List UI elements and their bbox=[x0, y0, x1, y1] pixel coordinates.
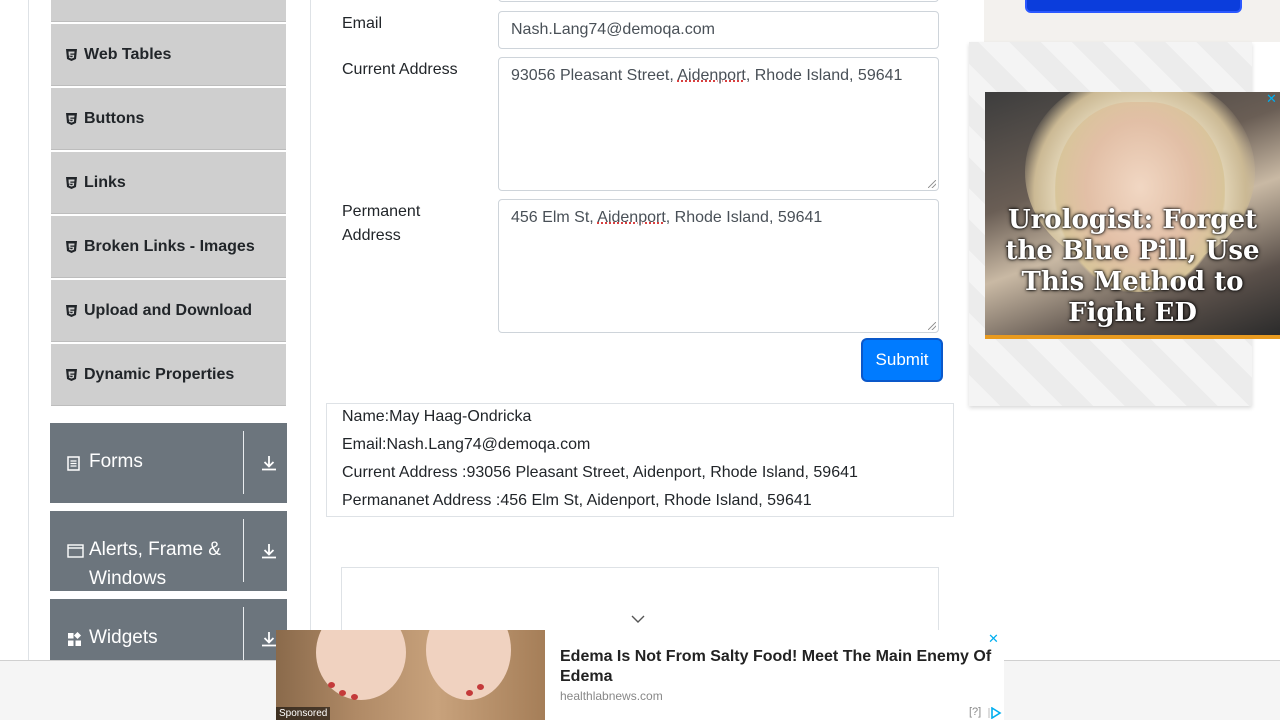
group-label: Widgets bbox=[89, 627, 158, 648]
output-box: Name:May Haag-Ondricka Email:Nash.Lang74… bbox=[326, 403, 954, 517]
ad-photo-foot bbox=[316, 630, 406, 700]
misspelled-word: Aidenport bbox=[677, 67, 746, 84]
top-ad-button[interactable] bbox=[1025, 0, 1242, 13]
email-field[interactable]: Nash.Lang74@demoqa.com bbox=[498, 11, 939, 49]
page: { "sidebar": { "items": [ {"label": "Web… bbox=[0, 0, 1280, 720]
group-label-line1: Alerts, Frame & bbox=[89, 539, 221, 560]
ad-photo-toe bbox=[351, 694, 358, 700]
bottom-ad[interactable]: Sponsored Edema Is Not From Salty Food! … bbox=[276, 630, 1004, 720]
group-label: Forms bbox=[89, 451, 143, 472]
sidebar-item-label: Dynamic Properties bbox=[84, 365, 235, 383]
sidebar-group-forms[interactable]: Forms bbox=[50, 423, 287, 503]
address-text: 93056 Pleasant Street, bbox=[511, 67, 678, 84]
bottom-ad-title[interactable]: Edema Is Not From Salty Food! Meet The M… bbox=[560, 647, 996, 687]
output-current-address: Current Address :93056 Pleasant Street, … bbox=[342, 464, 858, 481]
ad-photo-toe bbox=[339, 690, 346, 696]
group-divider bbox=[243, 431, 244, 494]
close-icon[interactable]: ✕ bbox=[1266, 92, 1280, 106]
sidebar-item-label: Links bbox=[84, 173, 126, 191]
bottom-ad-source[interactable]: healthlabnews.com bbox=[560, 689, 663, 703]
window-icon bbox=[67, 542, 84, 558]
sidebar-item-label: Broken Links - Images bbox=[84, 237, 255, 255]
download-icon[interactable] bbox=[260, 542, 280, 562]
address-text: 456 Elm St, bbox=[511, 209, 598, 226]
output-email: Email:Nash.Lang74@demoqa.com bbox=[342, 436, 591, 453]
sidebar-border bbox=[28, 0, 29, 660]
permanent-address-field[interactable]: 456 Elm St, Aidenport, Rhode Island, 596… bbox=[498, 199, 939, 333]
right-ad-headline[interactable]: Urologist: Forget the Blue Pill, Use Thi… bbox=[985, 205, 1280, 329]
sidebar-item-broken-links[interactable]: Broken Links - Images bbox=[51, 216, 286, 278]
adchoices-icon[interactable] bbox=[988, 706, 1002, 720]
output-permanent-address: Permananet Address :456 Elm St, Aidenpor… bbox=[342, 492, 812, 509]
sponsored-label: Sponsored bbox=[276, 707, 331, 720]
ad-photo-toe bbox=[466, 690, 473, 696]
sidebar-item-links[interactable]: Links bbox=[51, 152, 286, 214]
document-list-icon bbox=[67, 455, 83, 471]
name-field-partial[interactable] bbox=[498, 0, 939, 2]
ad-help-link[interactable]: [?] bbox=[969, 706, 981, 718]
permanent-address-label-line1: Permanent bbox=[342, 203, 421, 220]
sidebar-item-label: Web Tables bbox=[84, 45, 172, 63]
ad-photo-toe bbox=[477, 684, 484, 690]
email-label: Email bbox=[342, 15, 383, 32]
address-text: , Rhode Island, 59641 bbox=[665, 209, 823, 226]
html5-icon bbox=[65, 48, 77, 61]
right-ad-image[interactable]: Urologist: Forget the Blue Pill, Use Thi… bbox=[985, 92, 1280, 339]
sidebar-item-label: Upload and Download bbox=[84, 301, 252, 319]
resize-handle-icon[interactable] bbox=[928, 180, 936, 188]
widgets-icon bbox=[67, 631, 83, 647]
main-border bbox=[310, 0, 311, 660]
group-divider bbox=[243, 519, 244, 582]
sidebar-item-dynamic-properties[interactable]: Dynamic Properties bbox=[51, 344, 286, 406]
current-address-field[interactable]: 93056 Pleasant Street, Aidenport, Rhode … bbox=[498, 57, 939, 191]
group-label-line2: Windows bbox=[89, 568, 167, 589]
current-address-label: Current Address bbox=[342, 61, 458, 78]
html5-icon bbox=[65, 304, 77, 317]
permanent-address-label-line2: Address bbox=[342, 227, 401, 244]
misspelled-word: Aidenport bbox=[597, 209, 666, 226]
bottom-ad-image[interactable]: Sponsored bbox=[276, 630, 545, 720]
sidebar-item-upload-download[interactable]: Upload and Download bbox=[51, 280, 286, 342]
submit-button[interactable]: Submit bbox=[863, 340, 941, 380]
ad-photo-toe bbox=[328, 682, 335, 688]
chevron-down-icon[interactable] bbox=[630, 612, 646, 624]
html5-icon bbox=[65, 240, 77, 253]
sidebar-item-partial[interactable] bbox=[51, 0, 286, 22]
html5-icon bbox=[65, 368, 77, 381]
sidebar-item-web-tables[interactable]: Web Tables bbox=[51, 24, 286, 86]
sidebar-item-label: Buttons bbox=[84, 109, 145, 127]
close-icon[interactable]: ✕ bbox=[988, 631, 999, 647]
output-name: Name:May Haag-Ondricka bbox=[342, 408, 532, 425]
address-text: , Rhode Island, 59641 bbox=[745, 67, 903, 84]
html5-icon bbox=[65, 112, 77, 125]
resize-handle-icon[interactable] bbox=[928, 322, 936, 330]
sidebar-item-buttons[interactable]: Buttons bbox=[51, 88, 286, 150]
sidebar-group-alerts[interactable]: Alerts, Frame & Windows bbox=[50, 511, 287, 591]
html5-icon bbox=[65, 176, 77, 189]
download-icon[interactable] bbox=[260, 454, 280, 474]
